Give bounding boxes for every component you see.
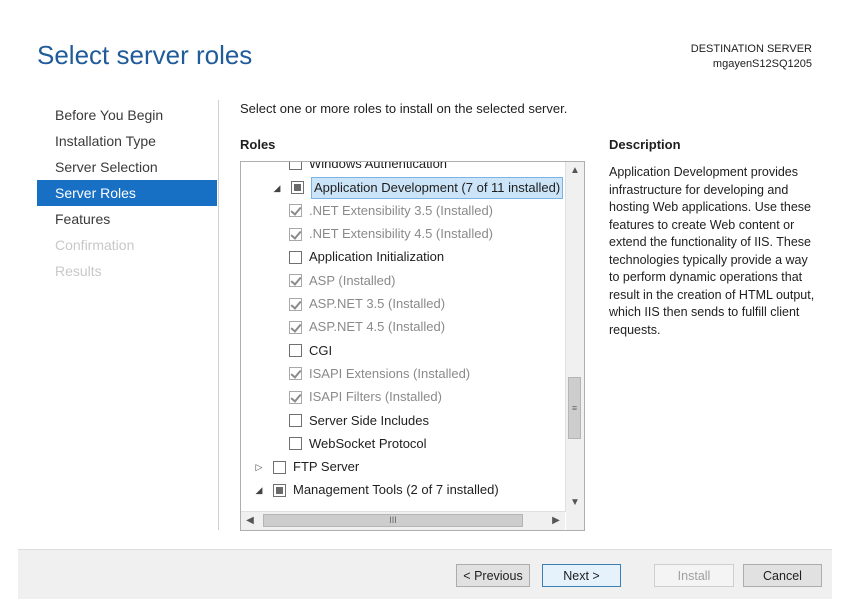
nav-item-server-selection[interactable]: Server Selection — [37, 154, 217, 180]
tree-row[interactable]: Application Initialization — [289, 246, 444, 268]
wizard-footer: < Previous Next > Install Cancel — [18, 549, 832, 599]
description-text: Application Development provides infrast… — [609, 165, 815, 337]
previous-button[interactable]: < Previous — [456, 564, 530, 587]
tree-row-label: Management Tools (2 of 7 installed) — [293, 482, 499, 498]
tree-row[interactable]: ASP.NET 3.5 (Installed) — [289, 293, 445, 315]
role-checkbox[interactable] — [289, 274, 302, 288]
next-button[interactable]: Next > — [542, 564, 621, 587]
tree-row[interactable]: ◢ Application Development (7 of 11 instal… — [271, 176, 564, 199]
vertical-scrollbar[interactable]: ▲ ≡ ▼ — [565, 162, 584, 512]
tree-row[interactable]: ASP (Installed) — [289, 269, 395, 291]
role-checkbox[interactable] — [289, 227, 302, 241]
vertical-scroll-thumb[interactable]: ≡ — [568, 377, 581, 439]
tree-row[interactable]: ▷ FTP Server — [253, 456, 360, 478]
install-button: Install — [654, 564, 734, 587]
scroll-up-icon[interactable]: ▲ — [566, 162, 584, 180]
roles-tree-content: Windows Authentication ◢ Application Devel… — [241, 162, 565, 512]
nav-divider — [218, 100, 219, 530]
tree-row-label: Application Initialization — [309, 249, 445, 265]
instruction-text: Select one or more roles to install on t… — [240, 101, 568, 116]
role-checkbox[interactable] — [289, 320, 302, 334]
nav-item-features[interactable]: Features — [37, 206, 217, 232]
roles-tree[interactable]: Windows Authentication ◢ Application Devel… — [240, 161, 585, 531]
tree-row-label: Server Side Includes — [309, 412, 429, 428]
role-checkbox[interactable] — [289, 204, 302, 218]
nav-item-before-you-begin[interactable]: Before You Begin — [37, 102, 217, 128]
roles-label: Roles — [240, 137, 276, 152]
tree-row-label: FTP Server — [293, 459, 360, 475]
tree-row[interactable]: WebSocket Protocol — [289, 432, 427, 454]
tree-row-label: .NET Extensibility 3.5 (Installed) — [309, 202, 493, 218]
tree-row[interactable]: ASP.NET 4.5 (Installed) — [289, 316, 445, 338]
tree-row[interactable]: Server Side Includes — [289, 409, 429, 431]
role-checkbox[interactable] — [289, 437, 302, 451]
destination-label: DESTINATION SERVER — [690, 43, 812, 55]
scroll-down-icon[interactable]: ▼ — [566, 494, 584, 512]
nav-item-server-roles[interactable]: Server Roles — [37, 180, 217, 206]
expanded-triangle-icon[interactable]: ◢ — [253, 479, 265, 501]
role-checkbox[interactable] — [289, 250, 302, 264]
tree-row-label: .NET Extensibility 4.5 (Installed) — [309, 226, 493, 242]
tree-row[interactable]: ISAPI Filters (Installed) — [289, 386, 442, 408]
tree-row-label: ASP.NET 4.5 (Installed) — [309, 319, 446, 335]
tree-row-label: WebSocket Protocol — [309, 435, 427, 451]
horizontal-scroll-thumb[interactable]: III — [263, 514, 523, 527]
wizard-nav: Before You Begin Installation Type Serve… — [37, 102, 217, 284]
tree-row-label: ISAPI Extensions (Installed) — [309, 365, 471, 381]
role-checkbox[interactable] — [289, 162, 302, 171]
destination-server-name: mgayenS12SQ1205 — [712, 58, 812, 70]
nav-item-confirmation: Confirmation — [55, 237, 135, 253]
tree-row-label: ASP.NET 3.5 (Installed) — [309, 296, 446, 312]
tree-row-label: ASP (Installed) — [309, 272, 396, 288]
tree-row[interactable]: Windows Authentication — [289, 162, 447, 174]
cancel-button[interactable]: Cancel — [743, 564, 822, 587]
scroll-right-icon[interactable]: ▶ — [547, 512, 565, 530]
role-checkbox[interactable] — [291, 181, 304, 195]
tree-row[interactable]: CGI — [289, 339, 332, 361]
role-checkbox[interactable] — [289, 414, 302, 428]
collapsed-triangle-icon[interactable]: ▷ — [253, 456, 265, 478]
tree-row-label: ISAPI Filters (Installed) — [309, 389, 442, 405]
role-checkbox[interactable] — [289, 367, 302, 381]
scrollbar-corner — [566, 512, 584, 530]
tree-row[interactable]: ISAPI Extensions (Installed) — [289, 362, 470, 384]
tree-row[interactable]: .NET Extensibility 4.5 (Installed) — [289, 223, 493, 245]
tree-row-label: Windows Authentication — [309, 162, 448, 171]
nav-item-installation-type[interactable]: Installation Type — [37, 128, 217, 154]
tree-row[interactable]: .NET Extensibility 3.5 (Installed) — [289, 199, 493, 221]
tree-row[interactable]: ◢ Management Tools (2 of 7 installed) — [253, 479, 499, 501]
scroll-left-icon[interactable]: ◀ — [241, 512, 259, 530]
description-label: Description — [609, 137, 681, 152]
role-checkbox[interactable] — [273, 460, 286, 474]
role-checkbox[interactable] — [273, 483, 286, 497]
role-checkbox[interactable] — [289, 390, 302, 404]
role-checkbox[interactable] — [289, 344, 302, 358]
destination-server-info: DESTINATION SERVER mgayenS12SQ1205 — [691, 42, 812, 72]
expanded-triangle-icon[interactable]: ◢ — [271, 177, 283, 199]
page-title: Select server roles — [37, 40, 253, 70]
nav-item-results: Results — [55, 263, 102, 279]
role-checkbox[interactable] — [289, 297, 302, 311]
tree-row-label: CGI — [309, 342, 333, 358]
tree-row-label: Application Development (7 of 11 install… — [311, 176, 564, 199]
horizontal-scrollbar[interactable]: ◀ III ▶ — [241, 511, 565, 530]
